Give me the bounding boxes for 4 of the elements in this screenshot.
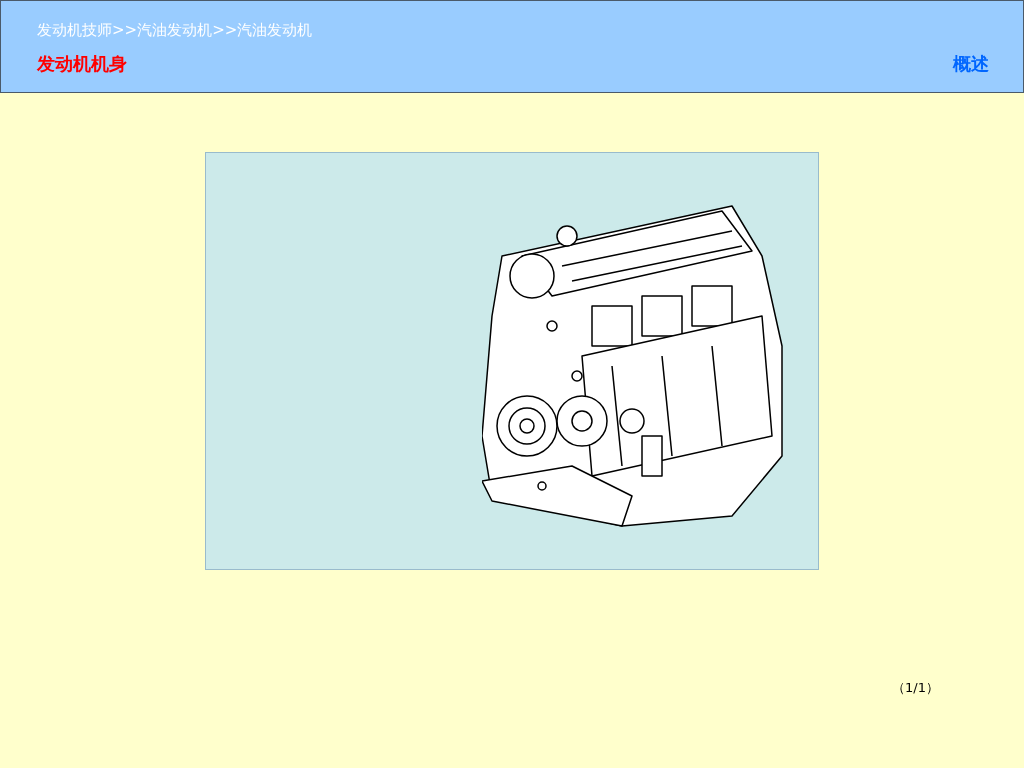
- breadcrumb: 发动机技师>>汽油发动机>>汽油发动机: [37, 21, 313, 40]
- page-title: 发动机机身: [37, 52, 128, 76]
- page-indicator: （1/1）: [892, 679, 939, 697]
- overview-link[interactable]: 概述: [953, 52, 989, 76]
